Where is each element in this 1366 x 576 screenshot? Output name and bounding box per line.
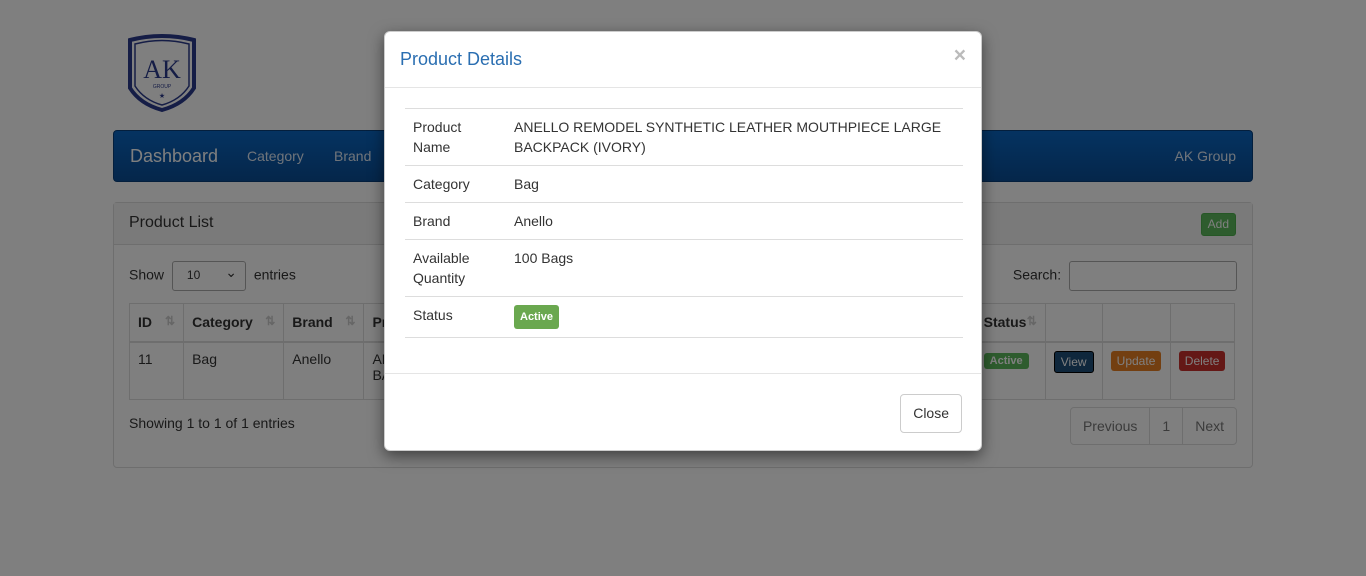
close-icon[interactable]: ×: [954, 44, 966, 68]
detail-value-cell: Active: [506, 296, 963, 338]
detail-row-available-quantity: Available Quantity 100 Bags: [405, 239, 963, 297]
modal-title: Product Details: [400, 49, 523, 69]
modal-header: Product Details ×: [385, 32, 981, 88]
modal-body: Product Name ANELLO REMODEL SYNTHETIC LE…: [405, 108, 963, 338]
detail-value: Anello: [506, 202, 963, 240]
detail-label: Brand: [405, 202, 506, 240]
detail-value: 100 Bags: [506, 239, 963, 297]
close-button[interactable]: Close: [900, 394, 962, 433]
detail-row-category: Category Bag: [405, 165, 963, 203]
detail-label: Product Name: [405, 108, 506, 166]
detail-value: Bag: [506, 165, 963, 203]
detail-row-brand: Brand Anello: [405, 202, 963, 240]
detail-label: Available Quantity: [405, 239, 506, 297]
detail-label: Status: [405, 296, 506, 338]
detail-label: Category: [405, 165, 506, 203]
status-badge: Active: [514, 305, 560, 329]
details-table: Product Name ANELLO REMODEL SYNTHETIC LE…: [405, 108, 963, 338]
detail-row-product-name: Product Name ANELLO REMODEL SYNTHETIC LE…: [405, 108, 963, 166]
product-details-modal: Product Details × Product Name ANELLO RE…: [384, 31, 982, 451]
detail-row-status: Status Active: [405, 296, 963, 338]
modal-footer: Close: [385, 373, 981, 451]
detail-value: ANELLO REMODEL SYNTHETIC LEATHER MOUTHPI…: [506, 108, 963, 166]
